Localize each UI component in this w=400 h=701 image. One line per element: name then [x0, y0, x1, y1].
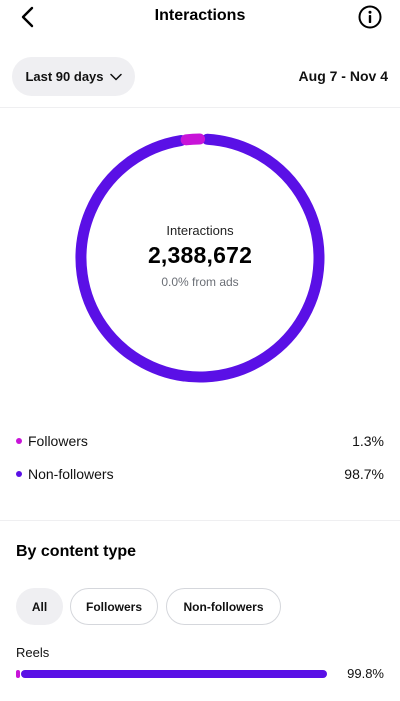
interactions-total: 2,388,672: [147, 242, 253, 268]
legend-value: 98.7%: [344, 466, 384, 482]
legend-label: Followers: [28, 433, 88, 449]
divider: [0, 520, 400, 521]
donut-center: Interactions 2,388,672 0.0% from ads: [75, 223, 325, 289]
bar-segment-followers: [16, 670, 21, 678]
date-range-dropdown[interactable]: Last 90 days: [12, 57, 135, 96]
header: Interactions: [0, 0, 400, 34]
donut-label: Interactions: [166, 223, 234, 238]
followers-dot-icon: [16, 438, 22, 444]
ads-share: 0.0% from ads: [161, 275, 239, 289]
chip-all[interactable]: All: [16, 588, 63, 625]
page-title: Interactions: [154, 7, 246, 24]
section-title: By content type: [16, 543, 137, 560]
donut-segment-followers: [180, 133, 206, 146]
legend-label: Non-followers: [28, 466, 114, 482]
date-range-dropdown-label: Last 90 days: [25, 69, 104, 84]
legend-value: 1.3%: [352, 433, 384, 449]
reels-bar: [16, 670, 328, 678]
divider: [0, 107, 400, 108]
legend-item-followers: Followers 1.3%: [16, 431, 384, 451]
filter-row: Last 90 days Aug 7 - Nov 4: [0, 57, 400, 97]
content-type-value: 99.8%: [347, 666, 384, 681]
non-followers-dot-icon: [16, 471, 22, 477]
info-button[interactable]: [357, 4, 383, 30]
bar-segment-non-followers: [21, 670, 328, 678]
info-icon: [358, 5, 382, 29]
chip-followers[interactable]: Followers: [70, 588, 158, 625]
date-range-text: Aug 7 - Nov 4: [298, 68, 388, 84]
interactions-donut-chart: Interactions 2,388,672 0.0% from ads: [75, 133, 325, 383]
content-type-label: Reels: [16, 645, 50, 660]
chevron-down-icon: [109, 73, 122, 80]
chip-non-followers[interactable]: Non-followers: [166, 588, 281, 625]
legend-item-non-followers: Non-followers 98.7%: [16, 464, 384, 484]
